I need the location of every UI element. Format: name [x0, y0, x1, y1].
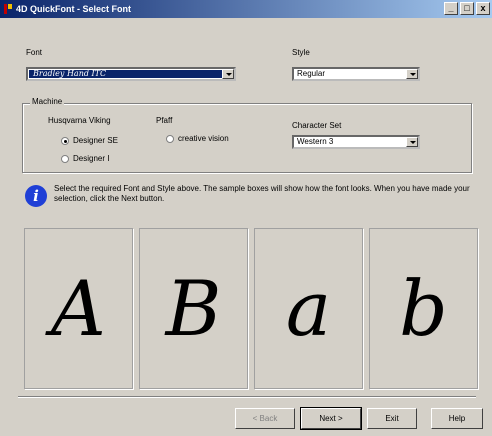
- close-button[interactable]: x: [476, 2, 490, 15]
- machine-label: Machine: [30, 97, 65, 106]
- husqvarna-label: Husqvarna Viking: [48, 116, 111, 125]
- sample-box-1: A: [24, 228, 133, 389]
- character-set-value: Western 3: [297, 137, 334, 146]
- font-combo[interactable]: Bradley Hand ITC: [26, 67, 236, 81]
- minimize-button[interactable]: _: [444, 2, 458, 15]
- sample-box-3: a: [254, 228, 363, 389]
- back-button[interactable]: < Back: [235, 408, 295, 429]
- style-label: Style: [292, 48, 310, 57]
- info-icon: i: [25, 185, 47, 207]
- character-set-label: Character Set: [292, 121, 342, 130]
- exit-button[interactable]: Exit: [367, 408, 417, 429]
- style-combo[interactable]: Regular: [292, 67, 420, 81]
- maximize-button[interactable]: □: [460, 2, 474, 15]
- pfaff-label: Pfaff: [156, 116, 173, 125]
- character-set-combo[interactable]: Western 3: [292, 135, 420, 149]
- sample-glyph: a: [285, 264, 332, 353]
- svg-text:i: i: [33, 187, 39, 205]
- radio-designer-i[interactable]: [61, 155, 69, 163]
- help-button[interactable]: Help: [431, 408, 483, 429]
- sample-box-4: b: [369, 228, 478, 389]
- chevron-down-icon[interactable]: [406, 137, 418, 147]
- font-value: Bradley Hand ITC: [33, 69, 107, 78]
- info-text: Select the required Font and Style above…: [54, 184, 470, 203]
- chevron-down-icon[interactable]: [222, 69, 234, 79]
- title-bar: 4D QuickFont - Select Font _ □ x: [0, 0, 492, 18]
- window-title: 4D QuickFont - Select Font: [16, 4, 132, 14]
- designer-se-label[interactable]: Designer SE: [73, 136, 118, 145]
- chevron-down-icon[interactable]: [406, 69, 418, 79]
- sample-glyph: A: [51, 264, 106, 353]
- creative-vision-label[interactable]: creative vision: [178, 134, 229, 143]
- sample-glyph: B: [165, 264, 222, 353]
- sample-glyph: b: [399, 264, 448, 353]
- style-value: Regular: [297, 69, 326, 78]
- next-button[interactable]: Next >: [300, 407, 362, 430]
- designer-i-label[interactable]: Designer I: [73, 154, 109, 163]
- app-icon: [4, 4, 12, 14]
- radio-designer-se[interactable]: [61, 137, 69, 145]
- sample-box-2: B: [139, 228, 248, 389]
- radio-creative-vision[interactable]: [166, 135, 174, 143]
- font-label: Font: [26, 48, 43, 57]
- separator: [18, 396, 476, 398]
